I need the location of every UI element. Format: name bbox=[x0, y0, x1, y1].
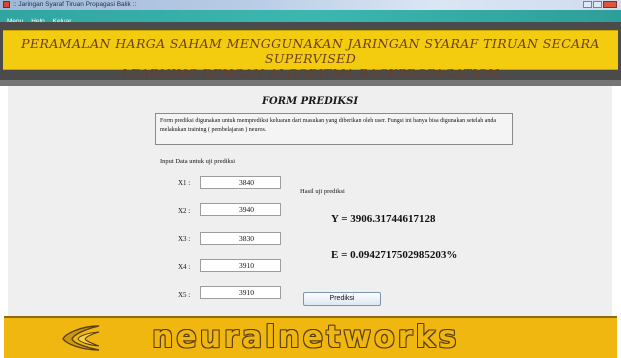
header-title-line2: LEARNING DENGAN ALGORITMA BACKPROPAGATIO… bbox=[121, 66, 500, 81]
x4-label: X4 : bbox=[178, 263, 191, 271]
e-result: E = 0.0942717502985203% bbox=[331, 249, 458, 261]
x2-input[interactable]: 3940 bbox=[200, 203, 281, 216]
y-result: Y = 3906.31744617128 bbox=[331, 213, 436, 225]
input-section-label: Input Data untuk uji prediksi bbox=[160, 158, 236, 165]
x1-input[interactable]: 3840 bbox=[200, 176, 281, 189]
result-label: Hasil uji prediksi bbox=[300, 188, 345, 195]
x2-label: X2 : bbox=[178, 207, 191, 215]
minimize-icon[interactable] bbox=[583, 1, 592, 8]
menubar: MenuHelpKeluar bbox=[0, 10, 621, 25]
window-titlebar: :: Jaringan Syaraf Tiruan Propagasi Bali… bbox=[0, 0, 621, 10]
form-description: Form prediksi digunakan untuk memprediks… bbox=[155, 113, 513, 145]
maximize-icon[interactable] bbox=[593, 1, 602, 8]
swoosh-logo-icon bbox=[62, 325, 100, 351]
x1-label: X1 : bbox=[178, 179, 191, 187]
footer-logo-text: neuralnetworks bbox=[152, 320, 460, 355]
prediksi-button[interactable]: Prediksi bbox=[303, 292, 381, 306]
x3-input[interactable]: 3830 bbox=[200, 232, 281, 245]
app-icon bbox=[3, 1, 10, 8]
window-title: :: Jaringan Syaraf Tiruan Propagasi Bali… bbox=[13, 1, 137, 8]
form-panel: FORM PREDIKSI Form prediksi digunakan un… bbox=[8, 86, 612, 316]
header-title-line1: PERAMALAN HARGA SAHAM MENGGUNAKAN JARING… bbox=[21, 36, 600, 66]
header-title: PERAMALAN HARGA SAHAM MENGGUNAKAN JARING… bbox=[3, 36, 618, 81]
x5-label: X5 : bbox=[178, 291, 191, 299]
close-icon[interactable] bbox=[603, 1, 617, 8]
window-controls bbox=[583, 1, 617, 8]
x5-input[interactable]: 3910 bbox=[200, 286, 281, 299]
x3-label: X3 : bbox=[178, 235, 191, 243]
footer-banner: neuralnetworks bbox=[4, 316, 617, 358]
header-banner: PERAMALAN HARGA SAHAM MENGGUNAKAN JARING… bbox=[3, 30, 618, 81]
form-title: FORM PREDIKSI bbox=[261, 96, 359, 107]
x4-input[interactable]: 3910 bbox=[200, 259, 281, 272]
